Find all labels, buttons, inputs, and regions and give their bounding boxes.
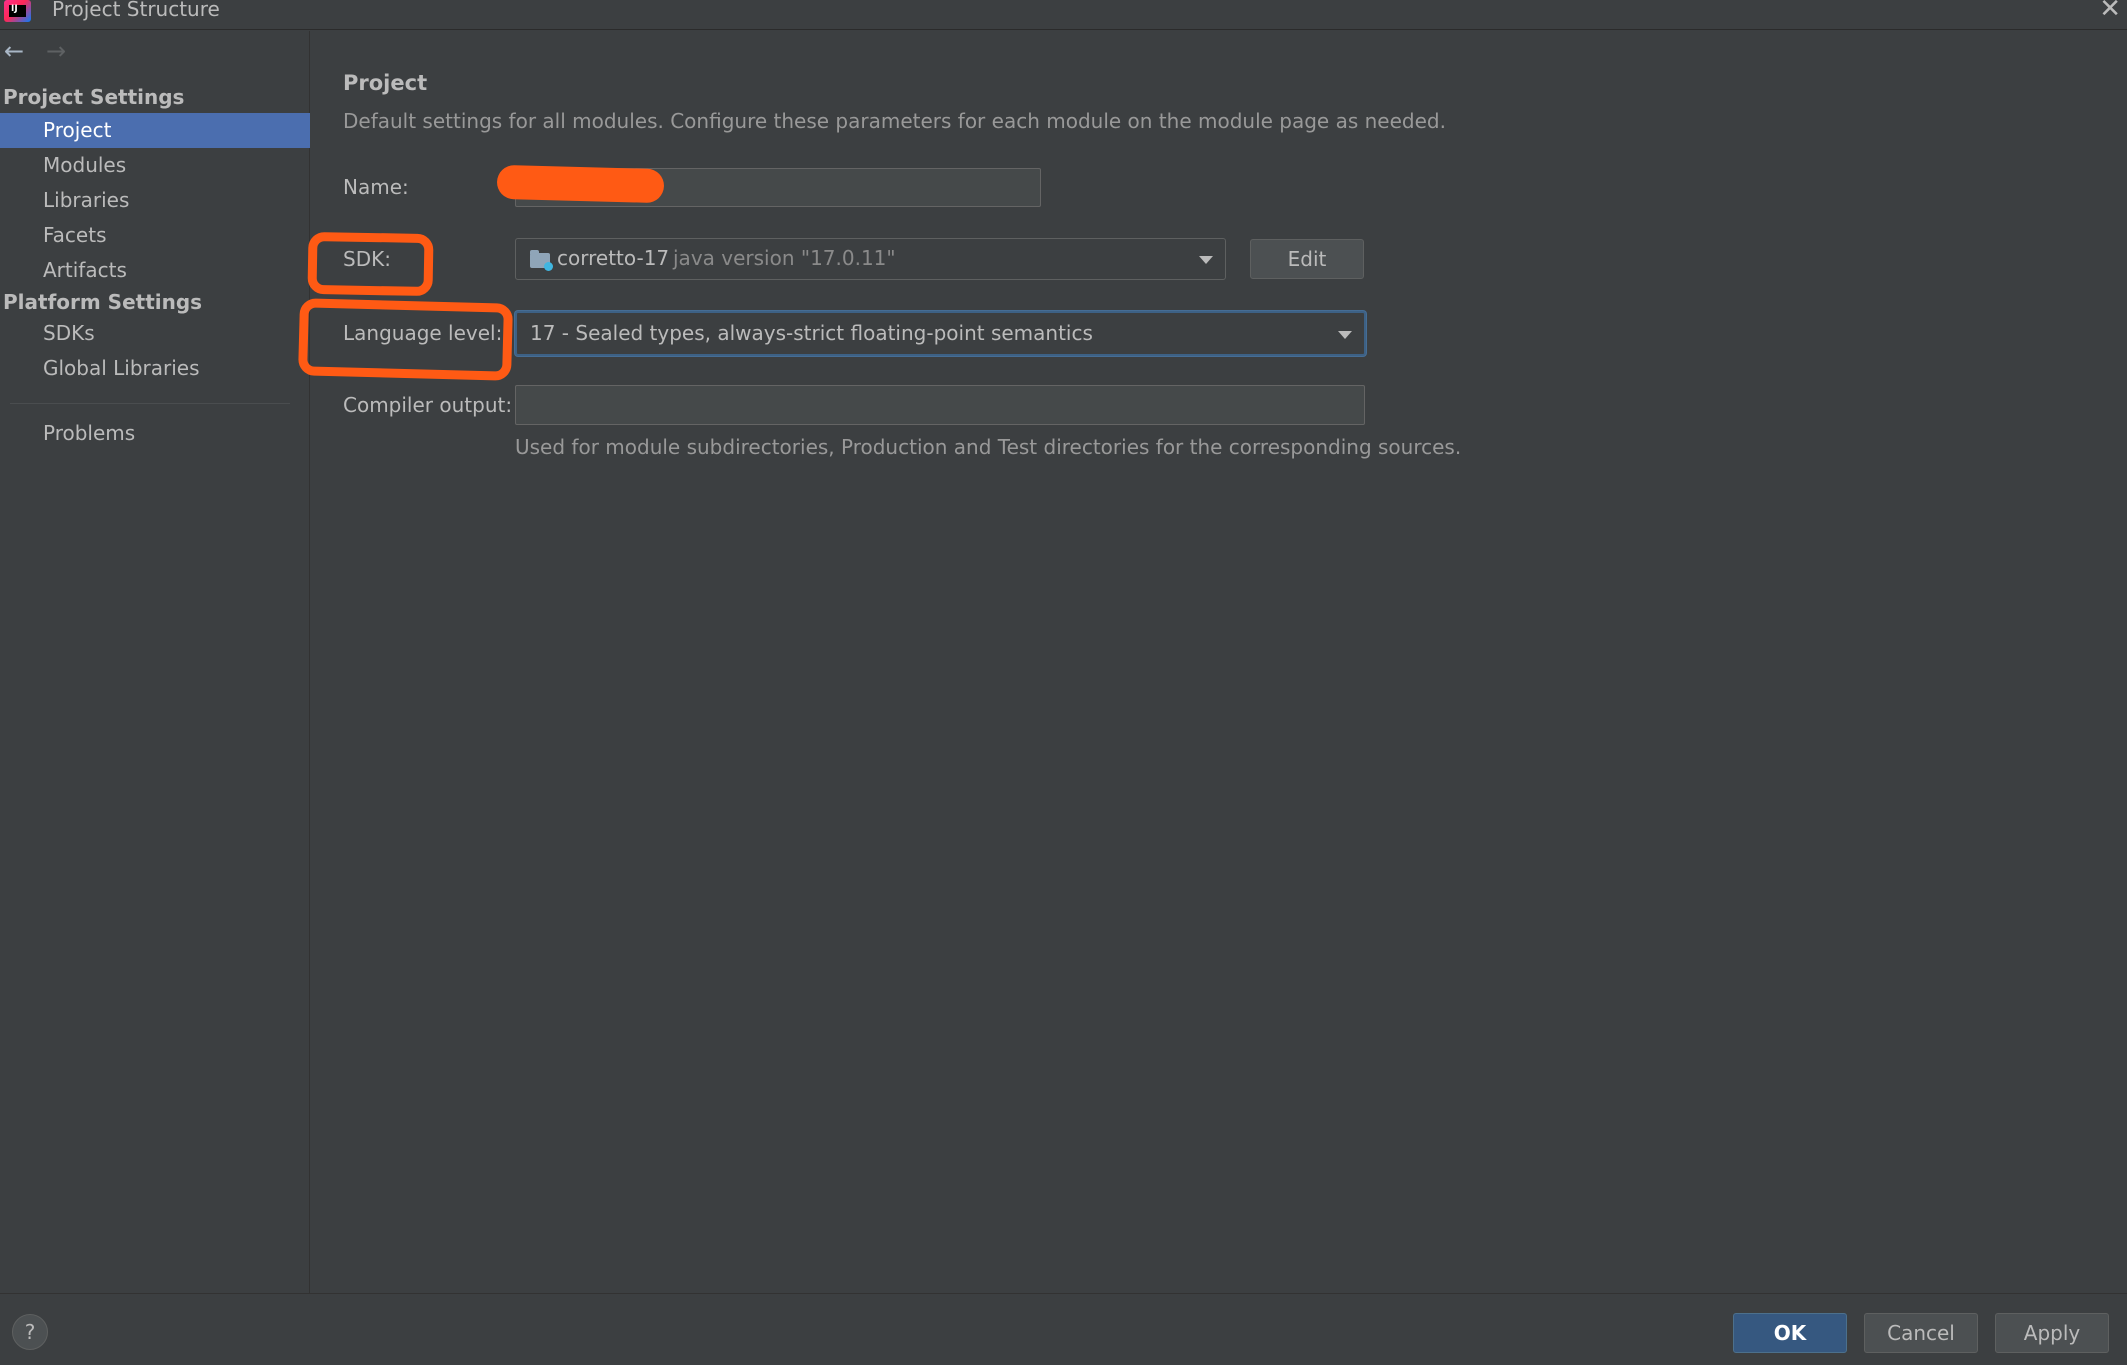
sidebar-item-project[interactable]: Project xyxy=(0,113,310,148)
sdk-edit-button[interactable]: Edit xyxy=(1250,239,1364,279)
page-description: Default settings for all modules. Config… xyxy=(343,109,1446,133)
name-label: Name: xyxy=(343,175,409,199)
sidebar-item-libraries[interactable]: Libraries xyxy=(0,183,310,218)
sidebar-divider xyxy=(10,403,290,404)
sdk-dropdown[interactable]: corretto-17 java version "17.0.11" xyxy=(515,238,1226,280)
forward-arrow-icon[interactable]: → xyxy=(46,37,66,65)
dialog-footer: ? OK Cancel Apply xyxy=(0,1293,2127,1365)
sidebar-item-sdks[interactable]: SDKs xyxy=(0,316,310,351)
language-level-dropdown[interactable]: 17 - Sealed types, always-strict floatin… xyxy=(515,311,1366,356)
sdk-highlight-annotation xyxy=(307,231,434,297)
sdk-version: java version "17.0.11" xyxy=(673,246,896,270)
ok-button[interactable]: OK xyxy=(1733,1313,1847,1353)
sidebar-item-facets[interactable]: Facets xyxy=(0,218,310,253)
apply-button[interactable]: Apply xyxy=(1995,1313,2109,1353)
close-icon[interactable]: ✕ xyxy=(2099,0,2121,24)
chevron-down-icon xyxy=(1199,256,1213,264)
window-title: Project Structure xyxy=(52,0,220,21)
redaction-mark xyxy=(496,164,665,204)
help-icon[interactable]: ? xyxy=(12,1314,48,1350)
title-bar: IJ Project Structure ✕ xyxy=(0,0,2127,30)
language-level-value: 17 - Sealed types, always-strict floatin… xyxy=(530,321,1093,345)
project-settings-heading: Project Settings xyxy=(3,85,185,109)
compiler-output-label: Compiler output: xyxy=(343,393,513,417)
platform-settings-heading: Platform Settings xyxy=(3,290,203,314)
sidebar-item-artifacts[interactable]: Artifacts xyxy=(0,253,310,288)
compiler-output-hint: Used for module subdirectories, Producti… xyxy=(515,435,1462,459)
compiler-output-input[interactable] xyxy=(515,385,1365,425)
language-level-highlight-annotation xyxy=(298,298,513,381)
project-settings-panel: Project Default settings for all modules… xyxy=(311,31,2127,1293)
sdk-name: corretto-17 xyxy=(557,246,670,270)
sidebar: ← → Project Settings Project Modules Lib… xyxy=(0,31,310,1293)
cancel-button[interactable]: Cancel xyxy=(1864,1313,1978,1353)
page-title: Project xyxy=(343,71,428,95)
intellij-logo-icon: IJ xyxy=(4,0,31,22)
sidebar-item-problems[interactable]: Problems xyxy=(0,416,310,451)
sidebar-item-modules[interactable]: Modules xyxy=(0,148,310,183)
back-arrow-icon[interactable]: ← xyxy=(4,37,24,65)
folder-icon xyxy=(530,250,553,271)
sidebar-item-global-libraries[interactable]: Global Libraries xyxy=(0,351,310,386)
chevron-down-icon xyxy=(1338,330,1352,339)
